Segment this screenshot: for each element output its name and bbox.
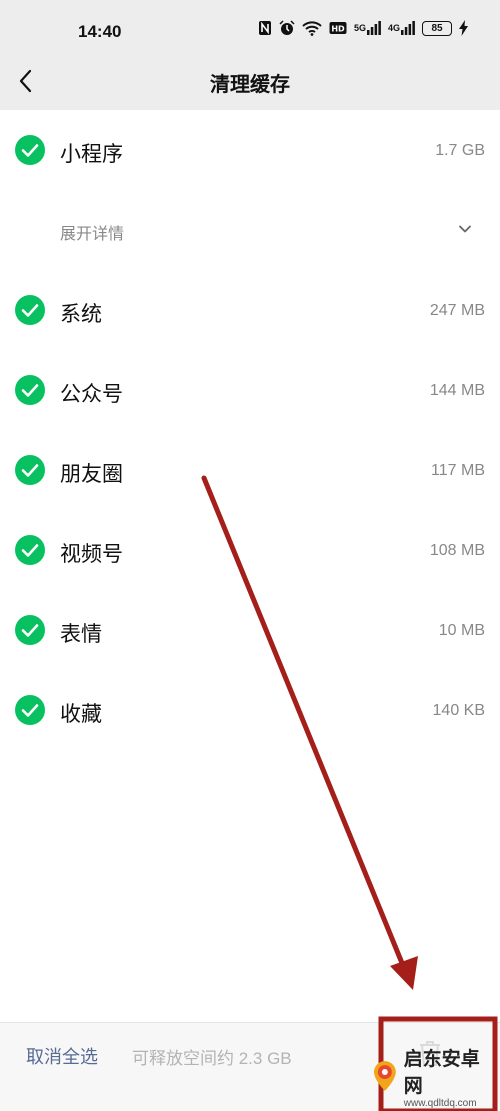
check-circle-icon[interactable]: [15, 295, 45, 325]
item-size: 108 MB: [429, 542, 485, 559]
check-circle-icon[interactable]: [15, 375, 45, 405]
item-label: 表情: [60, 623, 102, 646]
annotation-arrow-head: [390, 956, 418, 990]
cache-item-channels[interactable]: 视频号 108 MB: [0, 510, 500, 590]
item-label: 公众号: [60, 383, 123, 406]
status-bar: 14:40 HD 5G 4G 85: [0, 0, 500, 60]
watermark-url: www.qdltdq.com: [403, 1097, 477, 1109]
item-size: 10 MB: [438, 622, 485, 639]
item-size: 247 MB: [429, 302, 485, 319]
check-circle-icon[interactable]: [15, 455, 45, 485]
nav-bar: 清理缓存: [0, 55, 500, 107]
check-circle-icon[interactable]: [15, 535, 45, 565]
cache-item-miniprogram[interactable]: 小程序 1.7 GB: [0, 110, 500, 190]
item-label: 系统: [60, 303, 102, 326]
status-time: 14:40: [78, 22, 122, 41]
signal-4g-icon: 4G: [388, 21, 415, 35]
check-circle-icon[interactable]: [15, 135, 45, 165]
cache-item-moments[interactable]: 朋友圈 117 MB: [0, 430, 500, 510]
network-a-label: 5G: [353, 23, 366, 33]
cache-item-favorites[interactable]: 收藏 140 KB: [0, 670, 500, 750]
watermark-logo-icon: [373, 1061, 396, 1091]
item-size: 140 KB: [432, 702, 485, 719]
expand-details-link[interactable]: 展开详情: [60, 220, 124, 244]
signal-5g-icon: 5G: [354, 21, 381, 35]
cache-item-official-accounts[interactable]: 公众号 144 MB: [0, 350, 500, 430]
nfc-icon: [258, 20, 272, 36]
header-area: 14:40 HD 5G 4G 85 清理缓存: [0, 0, 500, 110]
status-icons: HD 5G 4G 85: [258, 20, 468, 36]
alarm-icon: [279, 20, 295, 36]
item-label: 小程序: [60, 143, 123, 166]
free-space-text: 可释放空间约 2.3 GB: [132, 1049, 292, 1068]
watermark: 启东安卓网 www.qdltdq.com: [370, 1045, 498, 1109]
item-size: 117 MB: [431, 462, 485, 479]
item-label: 朋友圈: [60, 463, 123, 486]
cache-item-stickers[interactable]: 表情 10 MB: [0, 590, 500, 670]
charging-icon: [459, 20, 468, 36]
item-label: 收藏: [60, 703, 102, 726]
check-circle-icon[interactable]: [15, 615, 45, 645]
network-b-label: 4G: [387, 23, 400, 33]
battery-level: 85: [431, 22, 443, 34]
chevron-down-icon[interactable]: [458, 222, 472, 236]
item-size: 1.7 GB: [435, 142, 485, 159]
cache-item-system[interactable]: 系统 247 MB: [0, 270, 500, 350]
check-circle-icon[interactable]: [15, 695, 45, 725]
page-title: 清理缓存: [210, 74, 290, 96]
item-size: 144 MB: [429, 382, 485, 399]
battery-icon: 85: [422, 20, 452, 36]
item-label: 视频号: [60, 543, 123, 566]
watermark-title: 启东安卓网: [403, 1048, 480, 1097]
hd-icon: HD: [329, 21, 347, 35]
wifi-icon: [302, 20, 322, 36]
svg-text:HD: HD: [331, 25, 345, 34]
deselect-all-button[interactable]: 取消全选: [26, 1043, 98, 1069]
